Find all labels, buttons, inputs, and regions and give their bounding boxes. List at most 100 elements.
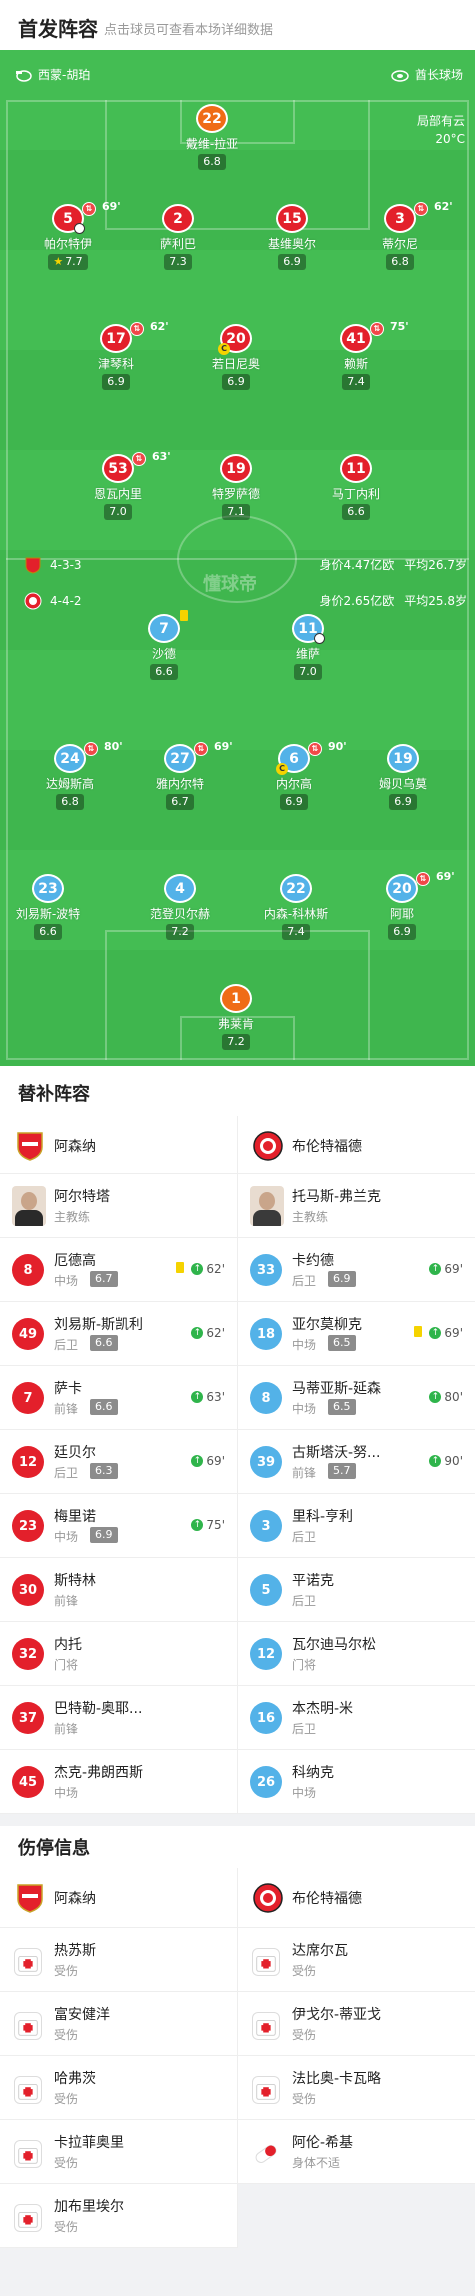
away-player-0[interactable]: 7 沙德 6.6: [114, 610, 214, 680]
substitution-icon: ⇅: [370, 322, 384, 336]
player-name: 若日尼奥: [211, 357, 260, 371]
away-player-6[interactable]: 23 刘易斯-波特 6.6: [0, 874, 98, 940]
home-player-10[interactable]: 11 马丁内利 6.6: [306, 454, 406, 520]
away-sub-row[interactable]: 8 马蒂亚斯-延森 中场 6.5 ↑ 80': [238, 1366, 475, 1430]
away-sub-row[interactable]: 16 本杰明-米 后卫: [238, 1686, 475, 1750]
away-sub-row[interactable]: 26 科纳克 中场: [238, 1750, 475, 1814]
home-injury-row[interactable]: 富安健洋 受伤: [0, 1992, 237, 2056]
away-player-1[interactable]: 11 维萨 7.0: [258, 614, 358, 680]
away-injury-team-row[interactable]: 布伦特福德: [238, 1868, 475, 1928]
away-sub-row[interactable]: 18 亚尔莫柳克 中场 6.5 ↑ 69': [238, 1302, 475, 1366]
sub-in-minute: ↑ 69': [429, 1262, 463, 1276]
player-name: 恩瓦内里: [93, 487, 142, 501]
player-number-circle: 20 C: [218, 324, 252, 355]
home-coach-row[interactable]: 阿尔特塔 主教练: [0, 1174, 237, 1238]
away-value: 身价2.65亿欧: [319, 594, 395, 608]
rating-value: 6.9: [227, 375, 245, 388]
home-player-4[interactable]: 3 ⇅ 62' 蒂尔尼 6.8: [350, 200, 453, 270]
away-injury-row[interactable]: 阿伦-希基 身体不适: [238, 2120, 475, 2184]
away-coach-role: 主教练: [292, 1210, 329, 1224]
captain-badge-icon: C: [276, 763, 288, 775]
away-coach-row[interactable]: 托马斯-弗兰克 主教练: [238, 1174, 475, 1238]
home-player-2[interactable]: 2 萨利巴 7.3: [128, 204, 228, 270]
away-player-5[interactable]: 19 姆贝乌莫 6.9: [353, 744, 453, 810]
away-player-8[interactable]: 22 内森-科林斯 7.4: [246, 874, 346, 940]
home-team-stats: 身价4.47亿欧 平均26.7岁: [320, 556, 467, 573]
lineup-title: 首发阵容: [18, 17, 98, 41]
away-sub-row[interactable]: 3 里科-亨利 后卫: [238, 1494, 475, 1558]
player-rating: 7.3: [164, 254, 192, 270]
sub-minute: 75': [390, 320, 409, 333]
away-player-3[interactable]: 27 ⇅ 69' 雅内尔特 6.7: [130, 740, 233, 810]
home-sub-row[interactable]: 30 斯特林 前锋: [0, 1558, 237, 1622]
away-player-2[interactable]: 24 ⇅ 80' 达姆斯高 6.8: [20, 740, 123, 810]
sub-minute-value: 62': [206, 1262, 225, 1276]
away-sub-row[interactable]: 12 瓦尔迪马尔松 门将: [238, 1622, 475, 1686]
sub-name: 杰克-弗朗西斯: [54, 1765, 144, 1781]
away-team-row[interactable]: 布伦特福德: [238, 1116, 475, 1174]
away-player-10[interactable]: 1 弗莱肯 7.2: [186, 984, 286, 1050]
away-injury-row[interactable]: 伊戈尔-蒂亚戈 受伤: [238, 1992, 475, 2056]
home-player-5[interactable]: 17 ⇅ 62' 津琴科 6.9: [66, 320, 169, 390]
injury-status: 受伤: [54, 2092, 79, 2106]
home-formation: 4-3-3: [50, 558, 82, 572]
home-sub-row[interactable]: 37 巴特勒-奥耶... 前锋: [0, 1686, 237, 1750]
injured-player-name: 法比奥-卡瓦略: [292, 2071, 382, 2087]
sub-number-circle: 8: [12, 1254, 44, 1286]
away-sub-row[interactable]: 33 卡约德 后卫 6.9 ↑ 69': [238, 1238, 475, 1302]
rating-value: 6.9: [394, 795, 412, 808]
home-sub-row[interactable]: 12 廷贝尔 后卫 6.3 ↑ 69': [0, 1430, 237, 1494]
home-sub-row[interactable]: 7 萨卡 前锋 6.6 ↑ 63': [0, 1366, 237, 1430]
away-injury-row[interactable]: 达席尔瓦 受伤: [238, 1928, 475, 1992]
player-number: 7: [159, 620, 169, 637]
home-sub-row[interactable]: 23 梅里诺 中场 6.9 ↑ 75': [0, 1494, 237, 1558]
sub-in-minute: ↑ 90': [429, 1454, 463, 1468]
home-injury-team-row[interactable]: 阿森纳: [0, 1868, 237, 1928]
home-sub-row[interactable]: 49 刘易斯-斯凯利 后卫 6.6 ↑ 62': [0, 1302, 237, 1366]
home-player-7[interactable]: 41 ⇅ 75' 赖斯 7.4: [306, 320, 409, 390]
home-sub-row[interactable]: 45 杰克-弗朗西斯 中场: [0, 1750, 237, 1814]
sub-number-circle: 45: [12, 1766, 44, 1798]
home-player-3[interactable]: 15 基维奥尔 6.9: [242, 204, 342, 270]
player-rating: 6.8: [386, 254, 414, 270]
home-injury-row[interactable]: 卡拉菲奥里 受伤: [0, 2120, 237, 2184]
home-player-1[interactable]: 5 ⇅ 69' 帕尔特伊 ★ 7.7: [18, 200, 121, 270]
sub-name: 廷贝尔: [54, 1445, 96, 1461]
away-sub-row[interactable]: 39 古斯塔沃-努... 前锋 5.7 ↑ 90': [238, 1430, 475, 1494]
home-sub-row[interactable]: 32 内托 门将: [0, 1622, 237, 1686]
sub-number: 39: [256, 1454, 276, 1470]
sub-rating: 6.5: [328, 1335, 356, 1351]
away-player-9[interactable]: 20 ⇅ 69' 阿耶 6.9: [352, 870, 455, 940]
weather: 局部有云: [416, 114, 465, 128]
sub-number: 33: [256, 1262, 276, 1278]
sub-number-circle: 12: [250, 1638, 282, 1670]
away-player-4[interactable]: 6 ⇅ 90' C 内尔高 6.9: [244, 740, 347, 810]
sub-name: 萨卡: [54, 1381, 82, 1397]
player-rating: 7.0: [104, 504, 132, 520]
home-injury-row[interactable]: 哈弗茨 受伤: [0, 2056, 237, 2120]
home-player-6[interactable]: 20 C 若日尼奥 6.9: [186, 324, 286, 390]
injury-status: 受伤: [292, 2028, 317, 2042]
sub-number-circle: 7: [12, 1382, 44, 1414]
home-player-0[interactable]: 22 戴维-拉亚 6.8: [162, 104, 262, 170]
away-sub-row[interactable]: 5 平诺克 后卫: [238, 1558, 475, 1622]
away-player-7[interactable]: 4 范登贝尔赫 7.2: [130, 874, 230, 940]
player-number: 5: [63, 210, 73, 227]
home-sub-row[interactable]: 8 厄德高 中场 6.7 ↑ 62': [0, 1238, 237, 1302]
player-number-circle: 22: [196, 104, 228, 133]
sub-rating: 6.3: [90, 1463, 118, 1479]
home-team-row[interactable]: 阿森纳: [0, 1116, 237, 1174]
player-number: 19: [226, 460, 246, 477]
sub-minute-value: 69': [206, 1454, 225, 1468]
sub-position: 前锋: [54, 1402, 79, 1416]
home-player-8[interactable]: 53 ⇅ 63' 恩瓦内里 7.0: [68, 450, 171, 520]
player-rating: 7.2: [166, 924, 194, 940]
home-injury-row[interactable]: 加布里埃尔 受伤: [0, 2184, 237, 2248]
away-injury-row[interactable]: 法比奥-卡瓦略 受伤: [238, 2056, 475, 2120]
home-player-9[interactable]: 19 特罗萨德 7.1: [186, 454, 286, 520]
sub-rating: 6.9: [328, 1271, 356, 1287]
home-injury-row[interactable]: 热苏斯 受伤: [0, 1928, 237, 1992]
sub-minute: 62': [434, 200, 453, 213]
player-name: 蒂尔尼: [381, 237, 418, 251]
sub-number: 45: [18, 1774, 38, 1790]
